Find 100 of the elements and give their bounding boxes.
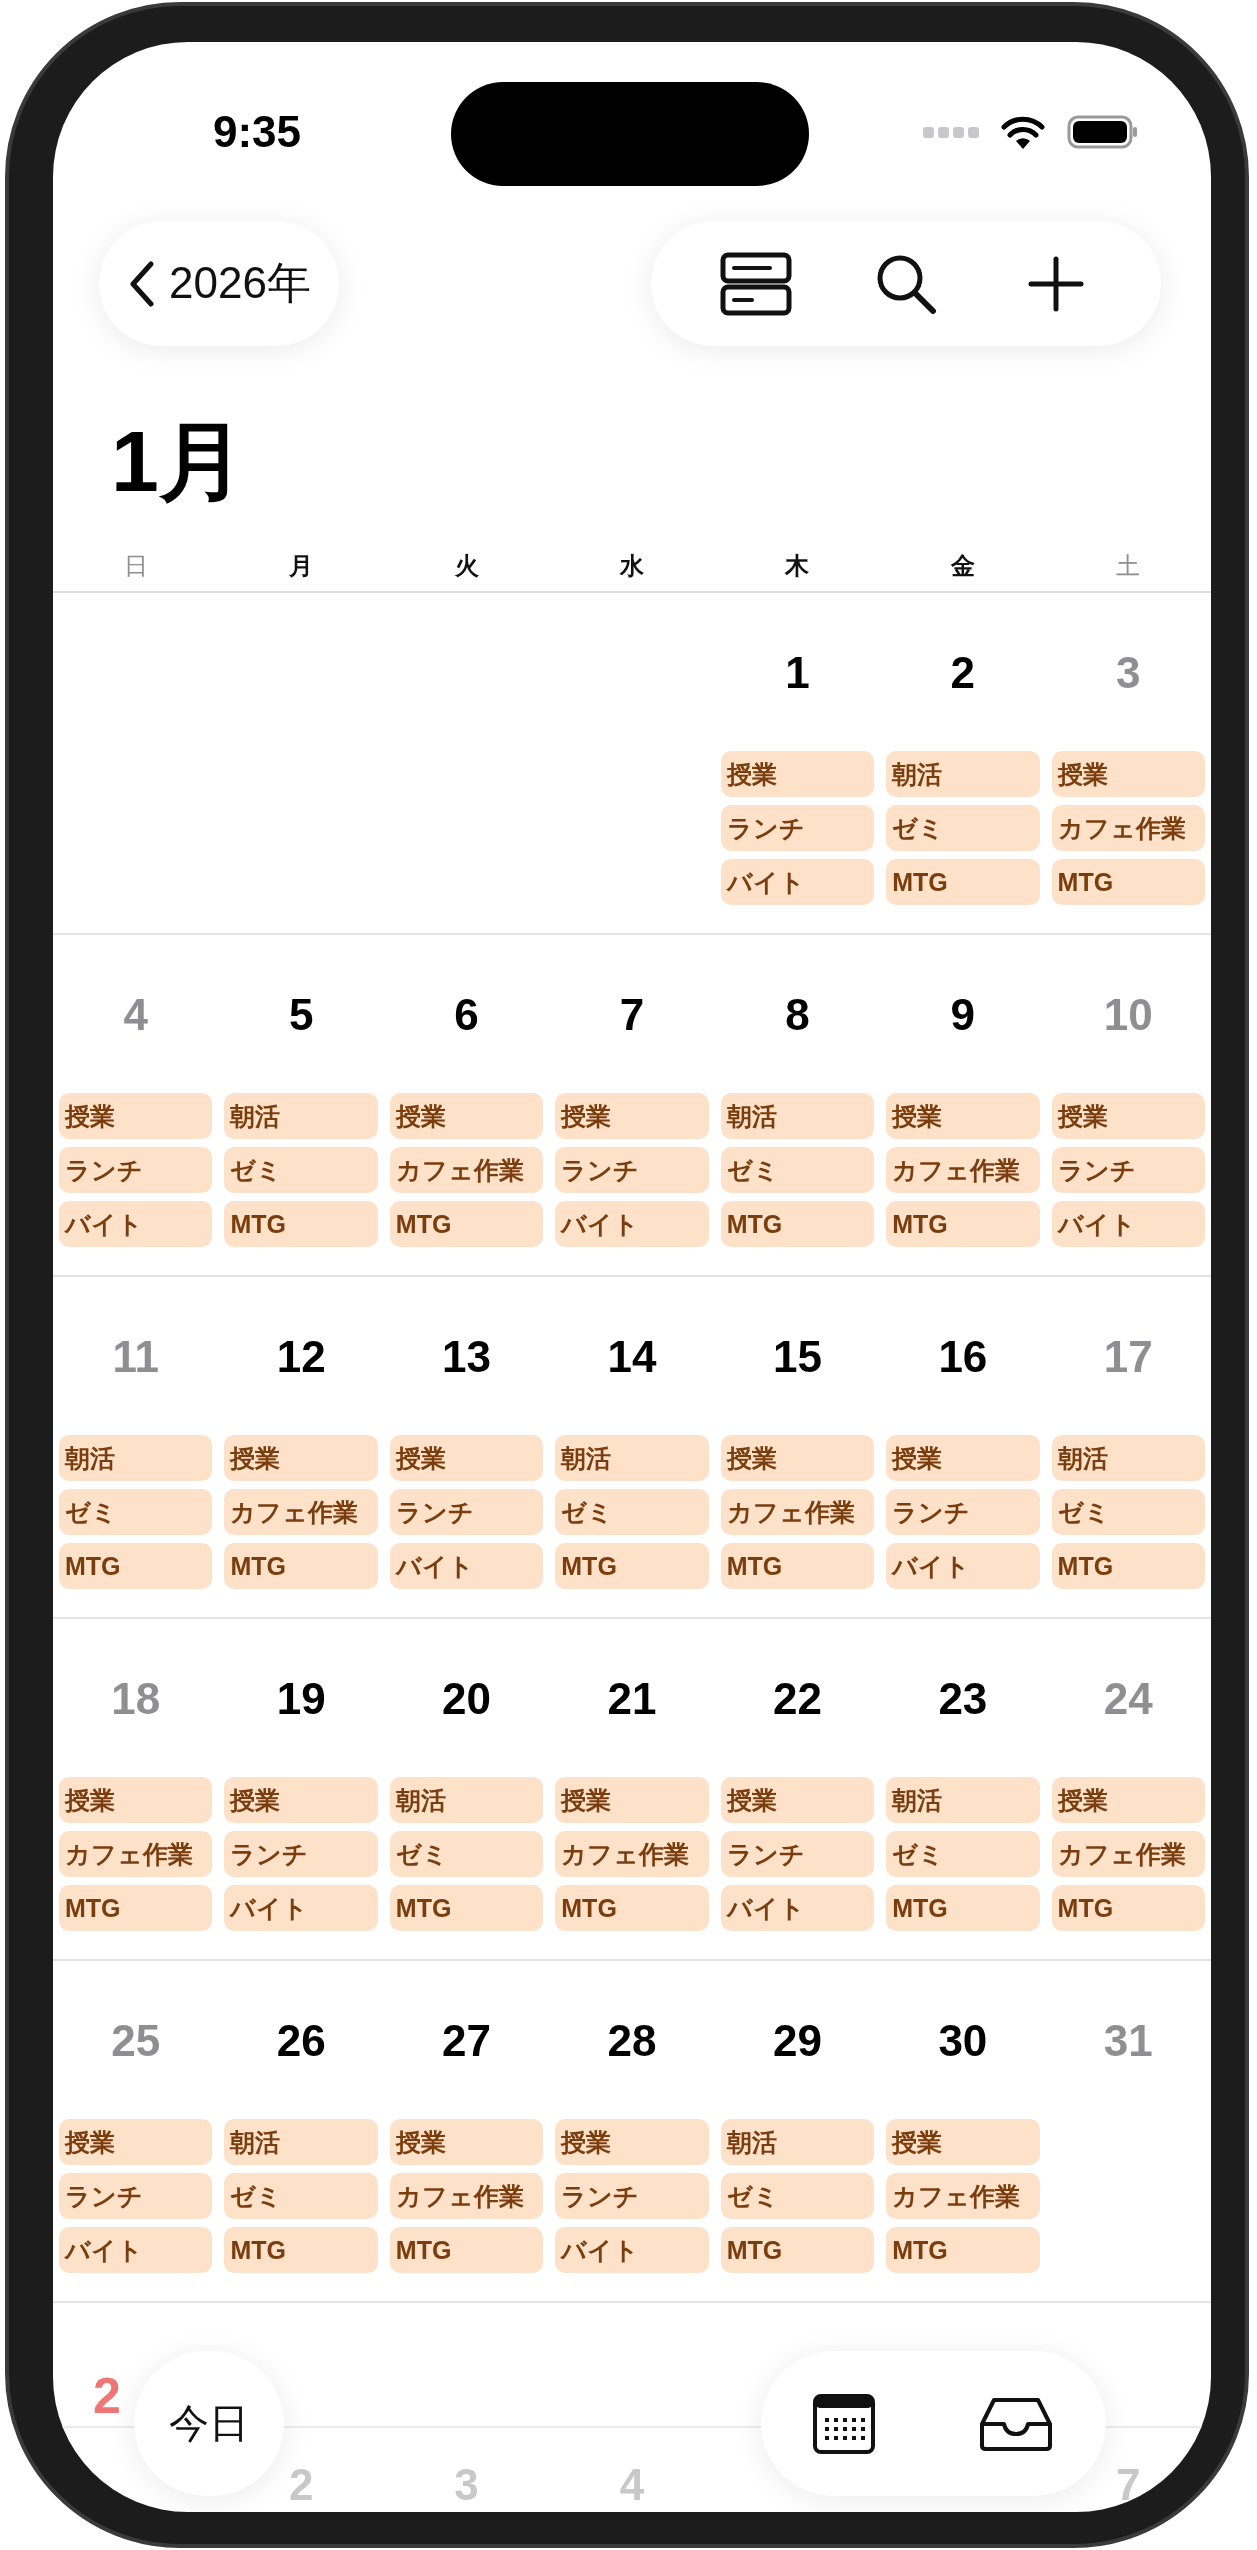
- calendar-event[interactable]: 授業: [720, 1435, 875, 1481]
- calendar-event[interactable]: MTG: [224, 2227, 378, 2273]
- day-number[interactable]: 8: [785, 985, 810, 1045]
- calendar-event[interactable]: カフェ作業: [555, 1831, 709, 1877]
- calendar-event[interactable]: 朝活: [555, 1435, 709, 1481]
- today-button[interactable]: 今日: [134, 2351, 284, 2496]
- inbox-button[interactable]: [978, 2395, 1055, 2452]
- calendar-event[interactable]: 授業: [389, 2119, 544, 2165]
- calendar-event[interactable]: 授業: [720, 751, 875, 797]
- calendar-event[interactable]: MTG: [886, 859, 1040, 905]
- calendar-event[interactable]: ゼミ: [59, 1489, 213, 1535]
- calendar-event[interactable]: バイト: [886, 1543, 1040, 1589]
- calendar-event[interactable]: バイト: [720, 859, 875, 905]
- calendar-event[interactable]: 授業: [389, 1435, 544, 1481]
- day-number[interactable]: 5: [288, 985, 314, 1045]
- calendar-event[interactable]: MTG: [1051, 859, 1205, 905]
- calendar-event[interactable]: ランチ: [59, 2173, 213, 2219]
- calendar-event[interactable]: バイト: [555, 1201, 709, 1247]
- calendar-event[interactable]: ゼミ: [555, 1489, 709, 1535]
- calendar-event[interactable]: ランチ: [886, 1489, 1040, 1535]
- calendar-event[interactable]: 授業: [720, 1777, 875, 1823]
- calendar-event[interactable]: 朝活: [886, 1777, 1040, 1823]
- calendar-event[interactable]: 朝活: [389, 1777, 544, 1823]
- day-number[interactable]: 16: [938, 1327, 988, 1387]
- back-button[interactable]: 2026年: [99, 221, 339, 346]
- calendar-event[interactable]: MTG: [389, 2227, 544, 2273]
- day-number[interactable]: 21: [607, 1669, 657, 1729]
- day-number[interactable]: 6: [454, 985, 479, 1045]
- day-number[interactable]: 12: [276, 1327, 326, 1387]
- calendar-event[interactable]: 授業: [555, 1777, 709, 1823]
- calendar-event[interactable]: ランチ: [389, 1489, 544, 1535]
- calendar-event[interactable]: 授業: [59, 2119, 213, 2165]
- calendar-event[interactable]: 朝活: [720, 1093, 875, 1139]
- calendar-event[interactable]: 授業: [886, 1435, 1040, 1481]
- calendar-event[interactable]: カフェ作業: [886, 1147, 1040, 1193]
- day-number[interactable]: 19: [276, 1669, 326, 1729]
- day-number[interactable]: 13: [442, 1327, 492, 1387]
- calendar-event[interactable]: 授業: [555, 1093, 709, 1139]
- calendar-event[interactable]: MTG: [886, 1201, 1040, 1247]
- calendar-event[interactable]: 朝活: [886, 751, 1040, 797]
- calendar-event[interactable]: ランチ: [1051, 1147, 1205, 1193]
- calendar-event[interactable]: バイト: [720, 1885, 875, 1931]
- day-number[interactable]: 29: [772, 2011, 822, 2071]
- calendar-event[interactable]: 授業: [59, 1093, 213, 1139]
- calendar-event[interactable]: カフェ作業: [389, 2173, 544, 2219]
- calendar-event[interactable]: MTG: [1051, 1543, 1205, 1589]
- calendar-event[interactable]: MTG: [555, 1885, 709, 1931]
- day-number[interactable]: 22: [772, 1669, 822, 1729]
- calendar-event[interactable]: MTG: [555, 1543, 709, 1589]
- day-number[interactable]: 2: [950, 643, 976, 703]
- calendar-event[interactable]: カフェ作業: [886, 2173, 1040, 2219]
- calendar-event[interactable]: ランチ: [720, 805, 875, 851]
- calendar-event[interactable]: 授業: [555, 2119, 709, 2165]
- calendar-event[interactable]: ランチ: [224, 1831, 378, 1877]
- calendar-event[interactable]: MTG: [224, 1201, 378, 1247]
- calendar-event[interactable]: 授業: [389, 1093, 544, 1139]
- calendar-event[interactable]: ランチ: [555, 1147, 709, 1193]
- calendar-event[interactable]: 朝活: [59, 1435, 213, 1481]
- calendar-event[interactable]: 授業: [59, 1777, 213, 1823]
- calendar-event[interactable]: MTG: [59, 1543, 213, 1589]
- calendar-event[interactable]: ランチ: [59, 1147, 213, 1193]
- calendar-event[interactable]: MTG: [389, 1201, 544, 1247]
- calendar-event[interactable]: ゼミ: [886, 805, 1040, 851]
- calendar-event[interactable]: MTG: [720, 1543, 875, 1589]
- calendar-event[interactable]: 授業: [224, 1777, 378, 1823]
- calendar-event[interactable]: バイト: [1051, 1201, 1205, 1247]
- calendar-event[interactable]: ランチ: [720, 1831, 875, 1877]
- day-number[interactable]: 9: [950, 985, 976, 1045]
- day-number[interactable]: 14: [607, 1327, 657, 1387]
- calendar-event[interactable]: 授業: [1051, 1777, 1205, 1823]
- calendar-event[interactable]: MTG: [1051, 1885, 1205, 1931]
- calendar-event[interactable]: バイト: [59, 2227, 213, 2273]
- calendar-event[interactable]: 朝活: [224, 2119, 378, 2165]
- calendar-event[interactable]: MTG: [720, 2227, 875, 2273]
- calendar-event[interactable]: カフェ作業: [1051, 1831, 1205, 1877]
- calendar-event[interactable]: ゼミ: [389, 1831, 544, 1877]
- calendar-event[interactable]: MTG: [59, 1885, 213, 1931]
- calendar-event[interactable]: MTG: [886, 2227, 1040, 2273]
- calendar-event[interactable]: ゼミ: [224, 2173, 378, 2219]
- calendar-event[interactable]: カフェ作業: [389, 1147, 544, 1193]
- day-number[interactable]: 23: [938, 1669, 988, 1729]
- day-number[interactable]: 27: [442, 2011, 492, 2071]
- calendar-event[interactable]: MTG: [389, 1885, 544, 1931]
- calendar-event[interactable]: ゼミ: [886, 1831, 1040, 1877]
- day-number[interactable]: 1: [785, 643, 810, 703]
- calendar-event[interactable]: ゼミ: [1051, 1489, 1205, 1535]
- calendar-event[interactable]: MTG: [224, 1543, 378, 1589]
- calendar-event[interactable]: ゼミ: [224, 1147, 378, 1193]
- calendar-event[interactable]: 授業: [1051, 1093, 1205, 1139]
- calendar-event[interactable]: 授業: [886, 2119, 1040, 2165]
- calendar-event[interactable]: MTG: [886, 1885, 1040, 1931]
- day-number[interactable]: 20: [442, 1669, 492, 1729]
- calendar-event[interactable]: バイト: [59, 1201, 213, 1247]
- calendar-event[interactable]: ゼミ: [720, 1147, 875, 1193]
- calendar-event[interactable]: ランチ: [555, 2173, 709, 2219]
- calendar-event[interactable]: 朝活: [1051, 1435, 1205, 1481]
- day-number[interactable]: 28: [607, 2011, 657, 2071]
- calendar-event[interactable]: バイト: [555, 2227, 709, 2273]
- calendar-event[interactable]: カフェ作業: [224, 1489, 378, 1535]
- calendar-event[interactable]: MTG: [720, 1201, 875, 1247]
